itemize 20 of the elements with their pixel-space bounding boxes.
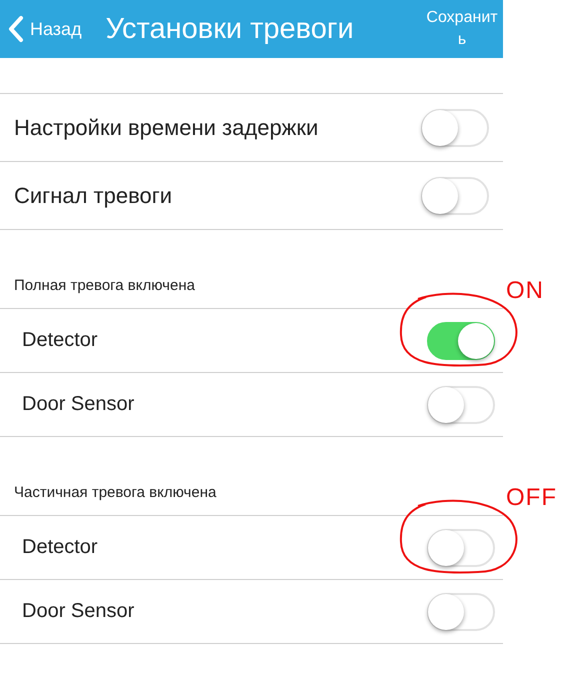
device-label: Detector [22,536,98,559]
setting-label: Сигнал тревоги [14,182,172,208]
toggle-switch[interactable] [427,322,495,360]
device-label: Door Sensor [22,600,134,623]
device-label: Door Sensor [22,393,134,416]
setting-label: Настройки времени задержки [14,114,318,140]
toggle-switch[interactable] [421,108,489,146]
toggle-switch[interactable] [427,592,495,630]
screen-title: Установки тревоги [106,12,354,46]
save-button[interactable]: Сохранить [425,7,503,51]
back-button[interactable]: Назад [0,15,82,43]
annotation-text: OFF [506,484,557,512]
chevron-left-icon [8,15,24,43]
toggle-switch[interactable] [427,386,495,424]
annotation-text: ON [506,277,544,305]
toggle-switch[interactable] [427,528,495,566]
section-title: Полная тревога включена [14,277,195,294]
section-title: Частичная тревога включена [14,484,216,501]
device-label: Detector [22,329,98,352]
toggle-switch[interactable] [421,176,489,214]
